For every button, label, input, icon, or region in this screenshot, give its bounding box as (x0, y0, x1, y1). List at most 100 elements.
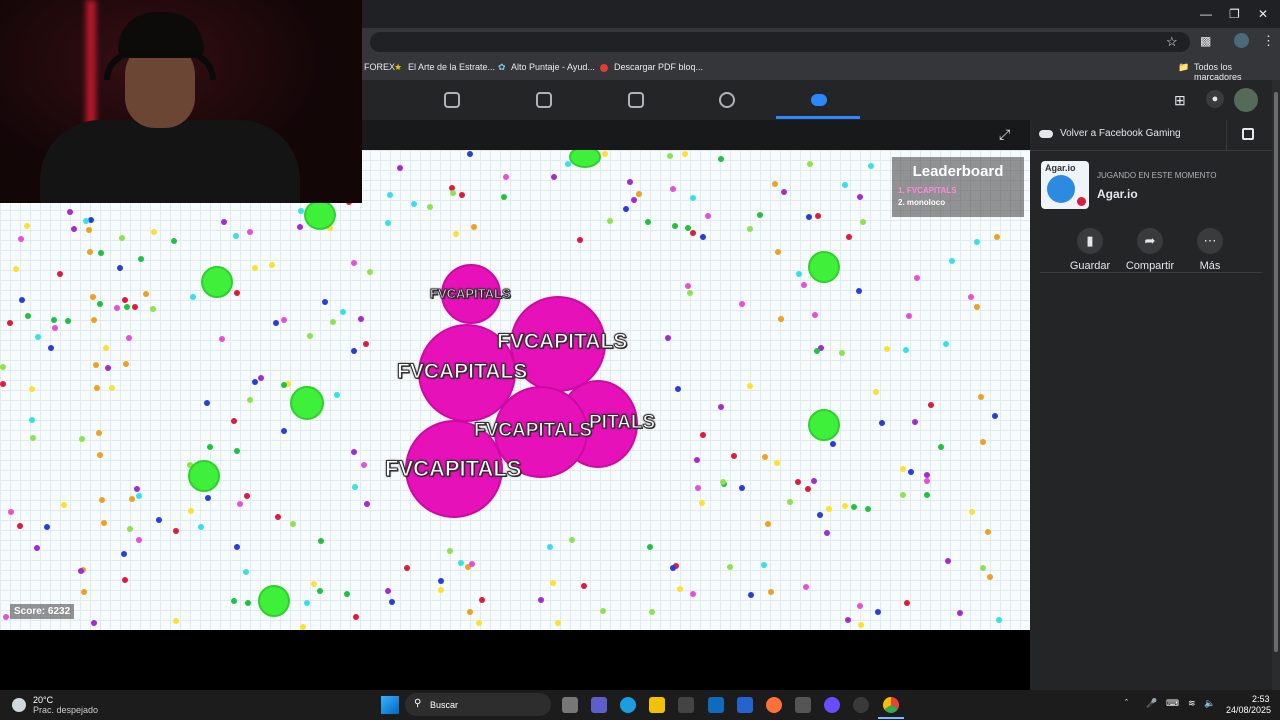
weather-temp[interactable]: 20°C (33, 695, 53, 705)
volume-icon[interactable]: 🔈 (1204, 698, 1215, 709)
home-icon[interactable] (444, 92, 460, 108)
page-scrollbar[interactable] (1272, 80, 1280, 690)
gaming-icon[interactable] (811, 94, 827, 106)
food-pellet (806, 214, 812, 220)
app-name[interactable]: Agar.io (1097, 187, 1138, 201)
virus (201, 266, 233, 298)
close-window-button[interactable]: ✕ (1258, 7, 1268, 21)
edge-icon[interactable] (620, 697, 636, 713)
food-pellet (67, 209, 73, 215)
food-pellet (231, 418, 237, 424)
microphone-icon[interactable]: 🎤 (1146, 698, 1157, 709)
watch-icon[interactable] (536, 92, 552, 108)
food-pellet (81, 589, 87, 595)
clock-date[interactable]: 24/08/2025 (1226, 705, 1271, 715)
minimize-button[interactable]: — (1200, 7, 1212, 21)
chrome-icon[interactable] (883, 697, 899, 713)
fullscreen-icon[interactable]: ⤢ (999, 126, 1010, 143)
food-pellet (322, 299, 328, 305)
app-icon[interactable] (824, 697, 840, 713)
task-view-icon[interactable] (562, 697, 578, 713)
food-pellet (258, 375, 264, 381)
food-pellet (101, 520, 107, 526)
food-pellet (757, 212, 763, 218)
weather-description[interactable]: Prac. despejado (33, 705, 98, 715)
collapse-panel-icon[interactable] (1242, 128, 1254, 140)
more-button[interactable]: ⋯ Más (1180, 228, 1240, 272)
teams-icon[interactable] (591, 697, 607, 713)
food-pellet (670, 565, 676, 571)
food-pellet (233, 233, 239, 239)
food-pellet (79, 436, 85, 442)
maximize-button[interactable]: ❐ (1229, 7, 1240, 21)
app-logo[interactable]: Agar.io (1041, 161, 1089, 209)
food-pellet (385, 220, 391, 226)
extensions-icon[interactable]: ▩ (1200, 34, 1211, 48)
keyboard-icon[interactable]: ⌨ (1166, 698, 1179, 709)
address-bar[interactable] (370, 32, 1190, 52)
food-pellet (775, 249, 781, 255)
food-pellet (363, 341, 369, 347)
headphones (104, 50, 216, 80)
firefox-icon[interactable] (766, 697, 782, 713)
food-pellet (90, 294, 96, 300)
avatar[interactable] (1234, 88, 1258, 112)
food-pellet (987, 574, 993, 580)
weather-icon[interactable] (12, 698, 26, 712)
scrollbar-thumb[interactable] (1274, 92, 1278, 652)
virus (808, 251, 840, 283)
chevron-up-icon[interactable]: ˆ (1125, 698, 1128, 708)
food-pellet (17, 523, 23, 529)
food-pellet (358, 316, 364, 322)
clock-time[interactable]: 2:53 (1252, 694, 1270, 704)
food-pellet (968, 294, 974, 300)
food-pellet (649, 609, 655, 615)
marketplace-icon[interactable] (628, 92, 644, 108)
food-pellet (938, 444, 944, 450)
taskbar-search[interactable]: ⚲ Buscar (405, 693, 551, 716)
store-icon[interactable] (678, 697, 694, 713)
menu-grid-icon[interactable]: ⊞ (1174, 92, 1190, 108)
virus (808, 409, 840, 441)
food-pellet (173, 618, 179, 624)
bookmark-arte-estrategia[interactable]: El Arte de la Estrate... (408, 62, 495, 72)
game-sidebar: Volver a Facebook Gaming Agar.io JUGANDO… (1030, 120, 1272, 690)
food-pellet (156, 517, 162, 523)
food-pellet (824, 530, 830, 536)
save-button[interactable]: ▮ Guardar (1060, 228, 1120, 272)
game-canvas[interactable]: FVCAPITALS FVCAPITALS FVCAPITALS FVCAPIT… (0, 150, 1030, 630)
food-pellet (29, 417, 35, 423)
bookmark-forex[interactable]: FOREX (364, 62, 395, 72)
star-icon[interactable]: ☆ (1166, 34, 1178, 50)
browser-menu-icon[interactable]: ⋮ (1262, 33, 1275, 49)
food-pellet (538, 597, 544, 603)
bookmark-descargar-pdf[interactable]: Descargar PDF bloq... (614, 62, 703, 72)
file-explorer-icon[interactable] (649, 697, 665, 713)
app-icon[interactable] (795, 697, 811, 713)
windows-start-icon[interactable] (381, 696, 399, 714)
groups-icon[interactable] (719, 92, 735, 108)
food-pellet (994, 234, 1000, 240)
food-pellet (51, 317, 57, 323)
food-pellet (980, 439, 986, 445)
food-pellet (19, 297, 25, 303)
food-pellet (978, 394, 984, 400)
all-bookmarks[interactable]: Todos los marcadores (1194, 62, 1280, 82)
food-pellet (290, 521, 296, 527)
food-pellet (404, 565, 410, 571)
back-to-gaming-link[interactable]: Volver a Facebook Gaming (1060, 128, 1181, 139)
profile-avatar[interactable] (1234, 33, 1249, 48)
share-button[interactable]: ➦ Compartir (1120, 228, 1180, 272)
food-pellet (244, 493, 250, 499)
app-icon[interactable] (853, 697, 869, 713)
controller-icon (1039, 130, 1053, 138)
food-pellet (672, 223, 678, 229)
food-pellet (555, 620, 561, 626)
food-pellet (842, 182, 848, 188)
todo-icon[interactable] (737, 697, 753, 713)
outlook-icon[interactable] (708, 697, 724, 713)
bookmark-alto-puntaje[interactable]: Alto Puntaje - Ayud... (511, 62, 595, 72)
food-pellet (237, 501, 243, 507)
notifications-icon[interactable]: ● (1206, 90, 1224, 108)
wifi-icon[interactable]: ≋ (1188, 698, 1196, 709)
